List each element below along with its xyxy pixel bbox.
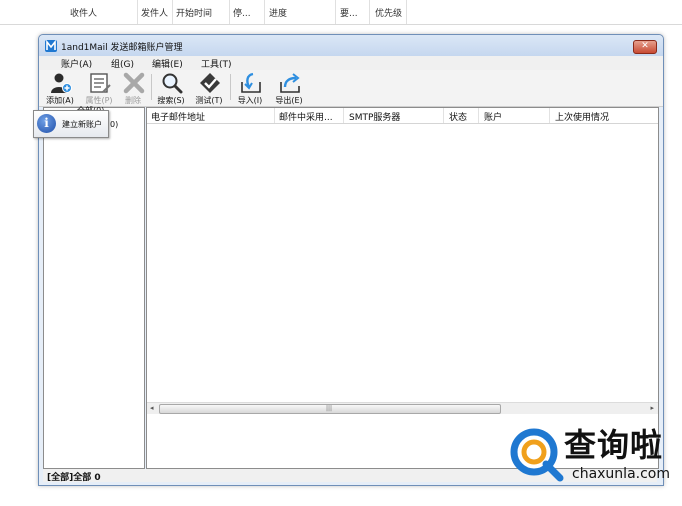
account-list-header: 电子邮件地址 邮件中采用... SMTP服务器 状态 账户 上次使用情况 xyxy=(147,108,658,124)
app-logo-icon xyxy=(45,40,57,52)
toolbar-separator xyxy=(230,74,231,100)
scrollbar-grip-icon: ||| xyxy=(326,405,333,412)
column-separator xyxy=(478,108,479,123)
group-tree-pane[interactable]: 全部(0) 0) xyxy=(43,106,145,469)
column-separator xyxy=(264,0,265,24)
column-header-account[interactable]: 账户 xyxy=(484,110,502,123)
import-label: 导入(I) xyxy=(237,96,263,105)
import-button[interactable]: 导入(I) xyxy=(233,71,267,105)
scroll-left-arrow-icon[interactable]: ◂ xyxy=(150,403,154,414)
magnifier-logo-icon xyxy=(510,428,564,482)
properties-icon xyxy=(90,73,111,93)
background-list-header: 收件人 发件人 开始时间 停... 进度 要... 优先级 xyxy=(0,0,682,25)
delete-x-icon xyxy=(123,72,145,94)
test-label: 测试(T) xyxy=(195,96,223,105)
column-header-required[interactable]: 要... xyxy=(340,6,358,19)
column-separator xyxy=(137,0,138,24)
scroll-right-arrow-icon[interactable]: ▸ xyxy=(650,403,654,414)
account-list-pane[interactable]: 电子邮件地址 邮件中采用... SMTP服务器 状态 账户 上次使用情况 ◂ |… xyxy=(146,107,659,469)
search-button[interactable]: 搜索(S) xyxy=(154,71,188,105)
window-title: 1and1Mail 发送邮箱账户管理 xyxy=(61,43,183,53)
column-separator xyxy=(443,108,444,123)
search-label: 搜索(S) xyxy=(157,96,185,105)
column-separator xyxy=(406,0,407,24)
column-header-stop[interactable]: 停... xyxy=(233,6,251,19)
export-label: 导出(E) xyxy=(275,96,303,105)
status-text: [全部]全部 0 xyxy=(47,473,101,483)
column-separator xyxy=(274,108,275,123)
toolbar: 添加(A) 属性(P) 删除 搜索(S) 测试(T) 导入(I) 导出(E) xyxy=(39,70,663,107)
close-button[interactable]: ✕ xyxy=(633,40,657,54)
column-separator xyxy=(549,108,550,123)
menu-tools[interactable]: 工具(T) xyxy=(201,57,232,70)
column-header-status[interactable]: 状态 xyxy=(449,110,467,123)
info-icon: i xyxy=(37,114,56,133)
test-button[interactable]: 测试(T) xyxy=(192,71,226,105)
tree-item-partial[interactable]: 0) xyxy=(110,120,118,129)
column-header-priority[interactable]: 优先级 xyxy=(375,6,402,19)
column-header-mail-uses[interactable]: 邮件中采用... xyxy=(279,110,333,123)
menu-account[interactable]: 账户(A) xyxy=(61,57,92,70)
export-icon xyxy=(280,73,300,93)
import-icon xyxy=(241,72,261,93)
delete-button[interactable]: 删除 xyxy=(116,71,150,105)
add-account-tooltip: i 建立新账户 xyxy=(33,110,109,138)
scrollbar-thumb[interactable]: ||| xyxy=(159,404,501,414)
column-header-progress[interactable]: 进度 xyxy=(269,6,287,19)
export-button[interactable]: 导出(E) xyxy=(272,71,306,105)
column-header-start-time[interactable]: 开始时间 xyxy=(176,6,212,19)
column-separator xyxy=(172,0,173,24)
column-header-last-used[interactable]: 上次使用情况 xyxy=(555,110,609,123)
menu-bar: 账户(A) 组(G) 编辑(E) 工具(T) xyxy=(39,56,663,70)
title-bar[interactable]: 1and1Mail 发送邮箱账户管理 ✕ xyxy=(39,35,663,56)
tooltip-text: 建立新账户 xyxy=(62,120,102,129)
add-user-icon xyxy=(51,73,72,93)
site-watermark: 查询啦 chaxunla.com xyxy=(506,418,682,506)
column-separator xyxy=(229,0,230,24)
horizontal-scrollbar[interactable]: ◂ ||| ▸ xyxy=(147,402,658,414)
column-header-email[interactable]: 电子邮件地址 xyxy=(151,110,205,123)
menu-edit[interactable]: 编辑(E) xyxy=(152,57,183,70)
column-separator xyxy=(343,108,344,123)
column-header-sender[interactable]: 发件人 xyxy=(141,6,168,19)
check-diamond-icon xyxy=(200,73,220,93)
column-separator xyxy=(335,0,336,24)
search-icon xyxy=(162,73,183,94)
column-separator xyxy=(369,0,370,24)
column-header-recipient[interactable]: 收件人 xyxy=(70,6,97,19)
add-label: 添加(A) xyxy=(46,96,74,105)
add-account-button[interactable]: 添加(A) xyxy=(43,71,77,105)
watermark-domain-text: chaxunla.com xyxy=(572,466,670,482)
toolbar-separator xyxy=(151,74,152,100)
watermark-chinese-text: 查询啦 xyxy=(564,426,664,464)
delete-label: 删除 xyxy=(125,96,141,105)
column-header-smtp-server[interactable]: SMTP服务器 xyxy=(349,110,400,123)
menu-group[interactable]: 组(G) xyxy=(111,57,134,70)
properties-button[interactable]: 属性(P) xyxy=(82,71,116,105)
